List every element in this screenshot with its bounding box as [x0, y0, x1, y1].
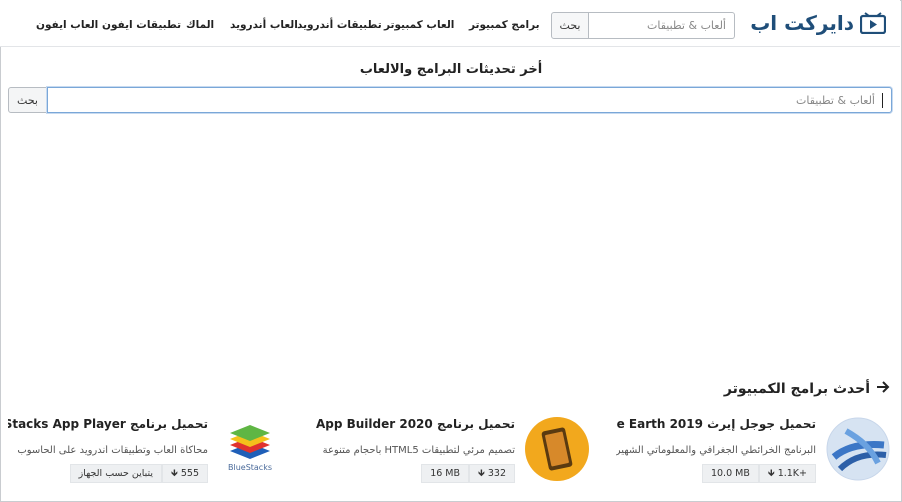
google-earth-icon [826, 417, 890, 481]
arrow-right-icon [876, 380, 890, 398]
program-card-badges: 🡻 332 16 MB [421, 464, 515, 483]
downloads-badge: 🡻 555 [162, 464, 208, 483]
text-cursor [882, 93, 883, 108]
site-header: دايركت اب بحث ألعاب & تطبيقات برامج كمبي… [0, 0, 900, 47]
size-badge: يتباين حسب الجهاز [69, 464, 163, 483]
nav-android-games[interactable]: العاب أندرويد [230, 19, 298, 35]
app-builder-icon [525, 417, 589, 481]
nav-pc-programs[interactable]: برامج كمبيوتر [469, 19, 540, 35]
nav-iphone-games[interactable]: العاب ايفون [36, 19, 98, 35]
header-search: بحث ألعاب & تطبيقات [551, 12, 735, 39]
logo-text: دايركت اب [750, 11, 854, 35]
main-search-placeholder: ألعاب & تطبيقات [796, 93, 875, 107]
program-card[interactable]: تحميل برنامج App Builder 2020 لإن... تصم… [311, 412, 593, 490]
program-card-description: تصميم مرئي لتطبيقات HTML5 بأحجام متنوعة [322, 445, 515, 456]
bluestacks-caption: BlueStacks [227, 463, 273, 472]
program-card-title[interactable]: تحميل برنامج BlueStacks App Player... [8, 417, 208, 431]
downloads-count: 555 [180, 468, 199, 479]
program-card-description: محاكاة ألعاب وتطبيقات أندرويد على الحاسو… [17, 445, 208, 456]
program-card-badges: 🡻 1.1K+ 10.0 MB [701, 464, 816, 483]
latest-pc-heading-label: أحدث برامج الكمبيوتر [723, 381, 870, 397]
size-badge: 16 MB [421, 464, 470, 483]
download-icon: 🡻 [171, 467, 178, 479]
program-card-description: البرنامج الخرائطي الجغرافي والمعلوماتي ا… [616, 445, 816, 456]
downloads-badge: 🡻 332 [469, 464, 515, 483]
program-card[interactable]: BlueStacks تحميل برنامج BlueStacks App P… [4, 412, 286, 490]
nav-android-apps[interactable]: تطبيقات أندرويد [297, 19, 382, 35]
nav-mac[interactable]: الماك [186, 19, 214, 35]
download-icon: 🡻 [478, 467, 485, 479]
downloads-badge: 🡻 1.1K+ [758, 464, 816, 483]
download-icon: 🡻 [767, 467, 775, 479]
header-search-input[interactable]: ألعاب & تطبيقات [589, 12, 735, 39]
program-card-title[interactable]: تحميل برنامج App Builder 2020 لإن... [315, 417, 515, 431]
logo-icon [860, 12, 886, 34]
site-logo[interactable]: دايركت اب [750, 9, 886, 37]
program-card-badges: 🡻 555 يتباين حسب الجهاز [69, 464, 208, 483]
program-card-title[interactable]: تحميل جوجل إيرث Google Earth 2019... [616, 417, 816, 431]
downloads-count: 332 [487, 468, 506, 479]
main-search-input[interactable]: ألعاب & تطبيقات [47, 87, 892, 113]
program-card[interactable]: تحميل جوجل إيرث Google Earth 2019... الب… [612, 412, 894, 490]
header-search-placeholder: ألعاب & تطبيقات [647, 19, 726, 32]
nav-pc-games[interactable]: العاب كمبيوتر [384, 19, 454, 35]
downloads-count: 1.1K+ [777, 468, 807, 479]
bluestacks-icon: BlueStacks [218, 417, 282, 481]
main-search: بحث ألعاب & تطبيقات [8, 87, 892, 113]
latest-pc-heading[interactable]: أحدث برامج الكمبيوتر [724, 380, 890, 398]
page-title: أخر تحديثات البرامج والالعاب [359, 62, 543, 77]
main-search-button[interactable]: بحث [8, 87, 47, 113]
size-badge: 10.0 MB [701, 464, 759, 483]
header-search-button[interactable]: بحث [551, 12, 589, 39]
nav-iphone-apps[interactable]: تطبيقات ايفون [102, 19, 181, 35]
